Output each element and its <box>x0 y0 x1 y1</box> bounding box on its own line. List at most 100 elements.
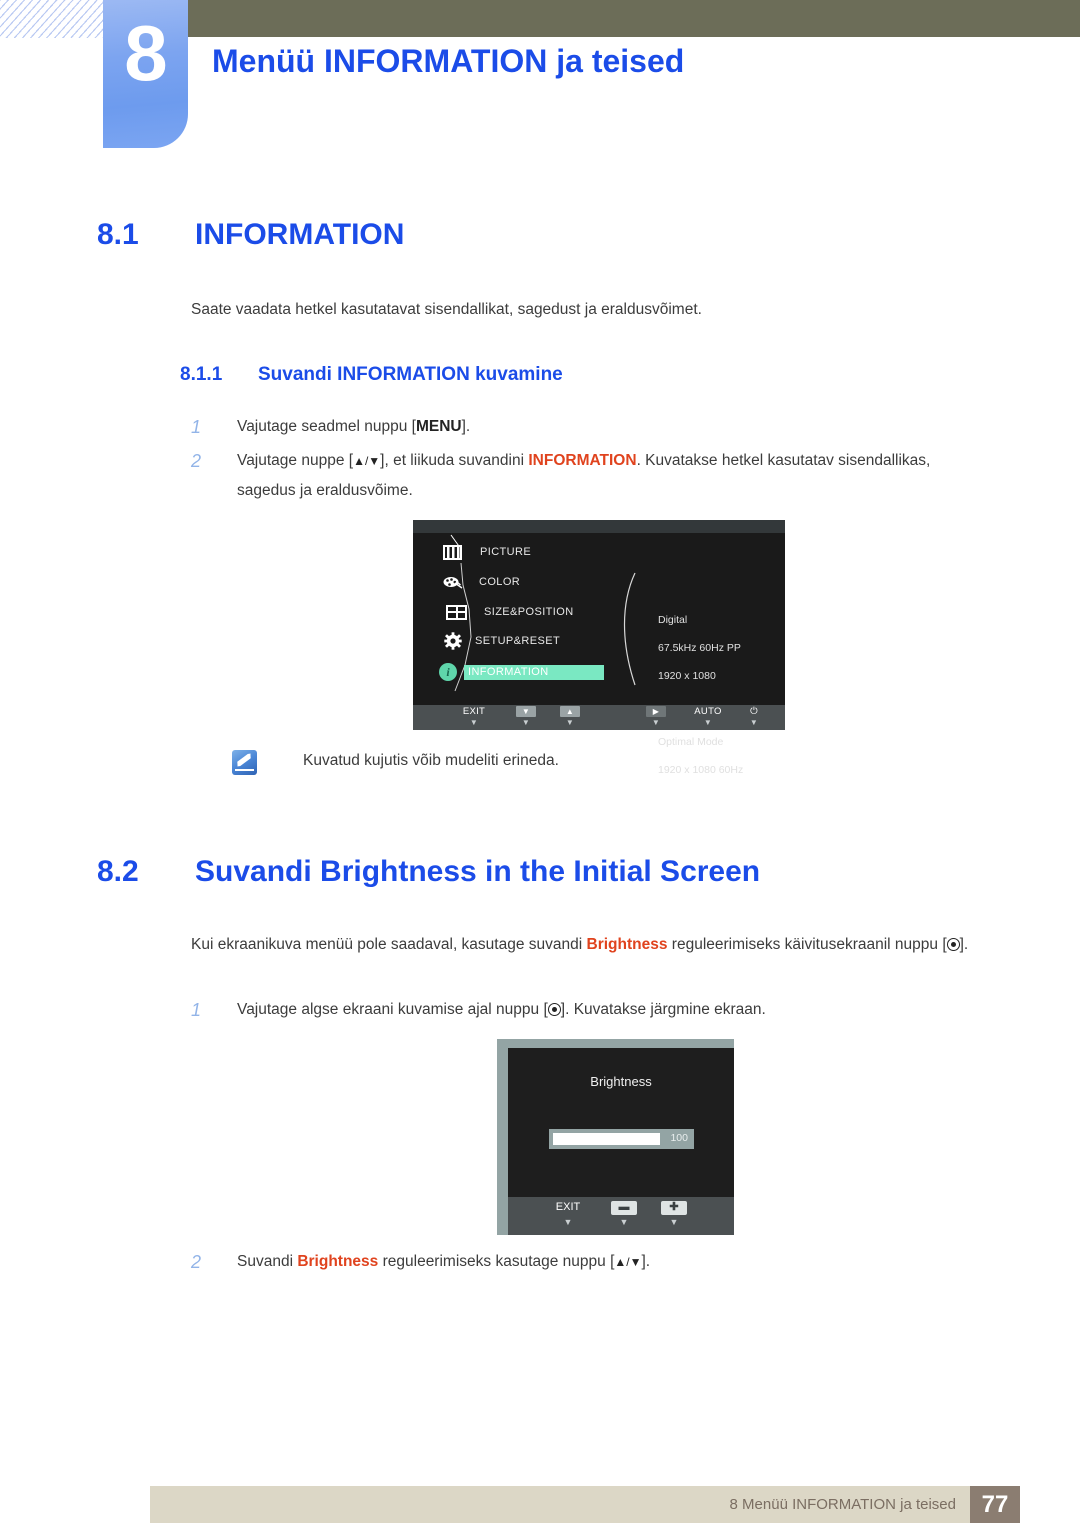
osd-menu-label: SETUP&RESET <box>475 635 561 647</box>
step-text-after: ]. Kuvatakse järgmine ekraan. <box>560 1001 766 1018</box>
osd-button-glyph: ✚ <box>657 1201 691 1215</box>
osd-button-power[interactable]: ⏻ ▼ <box>739 706 769 728</box>
osd-button-up[interactable]: ▲ ▼ <box>555 706 585 728</box>
list-item-number: 2 <box>191 1252 202 1272</box>
step-text-before: Suvandi <box>237 1253 298 1270</box>
osd-button-indicator: ▼ <box>521 718 531 727</box>
osd-button-increase[interactable]: ✚ ▼ <box>657 1201 691 1228</box>
footer-text: 8 Menüü INFORMATION ja teised <box>729 1496 956 1513</box>
intro-text-after: ]. <box>959 936 969 953</box>
step-text-after: ]. <box>641 1253 651 1270</box>
osd-source: Digital <box>658 614 688 626</box>
osd-menu-label: SIZE&POSITION <box>484 606 574 618</box>
section-heading-8-1: 8.1 INFORMATION <box>97 218 404 252</box>
header-olive-bar <box>188 0 1080 37</box>
osd-menu-item-information[interactable]: i INFORMATION <box>439 663 549 681</box>
list-item-body: Vajutage seadmel nuppu [MENU]. <box>237 412 991 442</box>
osd-brightness-frame: Brightness 100 EXIT ▼ ▬ ▼ ✚ ▼ <box>497 1039 734 1235</box>
section-8-1-intro: Saate vaadata hetkel kasutatavat sisenda… <box>191 301 702 318</box>
osd-information-panel: Digital 67.5kHz 60Hz PP 1920 x 1080 Opti… <box>658 585 743 805</box>
step-text-before: Vajutage seadmel nuppu [ <box>237 418 416 435</box>
osd-resolution: 1920 x 1080 <box>658 670 716 682</box>
list-item: 2 Suvandi Brightness reguleerimiseks kas… <box>191 1247 991 1277</box>
keyword-brightness: Brightness <box>297 1253 379 1270</box>
osd-top-strip <box>413 520 785 533</box>
step-text-before: Vajutage algse ekraani kuvamise ajal nup… <box>237 1001 548 1018</box>
osd-menu-item-setup-reset[interactable]: SETUP&RESET <box>444 632 560 650</box>
osd-brightness-control-bar: EXIT ▼ ▬ ▼ ✚ ▼ <box>508 1197 734 1235</box>
osd-button-indicator: ▼ <box>563 1217 573 1227</box>
list-item: 2 Vajutage nuppe [▲/▼], et liikuda suvan… <box>191 446 961 506</box>
brightness-slider-fill <box>553 1133 660 1145</box>
list-item: 1 Vajutage algse ekraani kuvamise ajal n… <box>191 995 991 1025</box>
note-icon <box>232 750 257 775</box>
section-8-2-intro: Kui ekraanikuva menüü pole saadaval, kas… <box>191 930 991 960</box>
osd-button-exit[interactable]: EXIT ▼ <box>451 706 497 728</box>
power-icon: ⏻ <box>750 706 758 717</box>
list-item: 1 Vajutage seadmel nuppu [MENU]. <box>191 412 991 442</box>
section-heading-8-1-1: 8.1.1 Suvandi INFORMATION kuvamine <box>180 364 563 386</box>
keyword-brightness: Brightness <box>586 936 668 953</box>
osd-button-decrease[interactable]: ▬ ▼ <box>607 1201 641 1228</box>
gear-icon <box>444 632 462 650</box>
list-item-body: Vajutage nuppe [▲/▼], et liikuda suvandi… <box>237 446 961 506</box>
information-icon: i <box>439 663 457 681</box>
section-number-8-2: 8.2 <box>97 855 139 888</box>
osd-button-down[interactable]: ▼ ▼ <box>511 706 541 728</box>
osd-optimal-resolution: 1920 x 1080 60Hz <box>658 764 744 776</box>
footer-bar: 8 Menüü INFORMATION ja teised <box>150 1486 970 1523</box>
osd-menu-label: COLOR <box>479 576 521 588</box>
osd-button-glyph: ▶ <box>641 706 671 717</box>
list-item-number: 1 <box>191 417 202 437</box>
section-heading-8-2: 8.2 Suvandi Brightness in the Initial Sc… <box>97 855 760 889</box>
menu-button-keycap: MENU <box>415 418 462 435</box>
color-palette-icon <box>443 575 463 590</box>
section-title-8-2: Suvandi Brightness in the Initial Screen <box>195 855 761 888</box>
osd-current-mode-block: Digital 67.5kHz 60Hz PP 1920 x 1080 <box>658 599 743 697</box>
osd-frequency: 67.5kHz 60Hz PP <box>658 642 741 654</box>
enter-button-glyph <box>547 1003 561 1016</box>
osd-brightness-title: Brightness <box>590 1074 652 1089</box>
note-text: Kuvatud kujutis võib mudeliti erineda. <box>303 752 559 769</box>
updown-arrows-glyph: ▲/▼ <box>614 1255 642 1269</box>
page-footer: 8 Menüü INFORMATION ja teised 77 <box>150 1486 1020 1523</box>
osd-menu-item-size-position[interactable]: SIZE&POSITION <box>446 603 574 621</box>
list-item-number: 2 <box>191 451 202 471</box>
section-number-8-1-1: 8.1.1 <box>180 364 223 385</box>
osd-button-indicator: ▼ <box>651 718 661 727</box>
osd-menu-label: PICTURE <box>480 546 532 558</box>
osd-menu-label: INFORMATION <box>468 666 549 678</box>
chapter-header: 8 Menüü INFORMATION ja teised <box>0 0 1080 160</box>
osd-button-indicator: ▼ <box>749 718 759 727</box>
section-title-8-1: INFORMATION <box>195 218 405 251</box>
osd-button-enter[interactable]: ▶ ▼ <box>641 706 671 728</box>
osd-button-label: AUTO <box>694 706 722 717</box>
page-number: 77 <box>970 1486 1020 1523</box>
osd-optimal-label: Optimal Mode <box>658 736 724 748</box>
osd-main-menu-screenshot: PICTURE COLOR SIZE&POSITION SETUP&RESET … <box>413 520 785 776</box>
osd-button-label: EXIT <box>462 706 486 717</box>
osd-menu-body: PICTURE COLOR SIZE&POSITION SETUP&RESET … <box>413 533 785 776</box>
brightness-slider[interactable]: 100 <box>549 1129 694 1149</box>
osd-control-bar: EXIT ▼ ▼ ▼ ▲ ▼ ▶ ▼ AUTO ▼ ⏻ ▼ <box>413 705 785 730</box>
osd-button-glyph: ▲ <box>555 706 585 717</box>
osd-menu-item-picture[interactable]: PICTURE <box>443 543 531 561</box>
osd-menu-item-color[interactable]: COLOR <box>443 573 520 591</box>
step-text-before: Vajutage nuppe [ <box>237 452 354 469</box>
osd-button-indicator: ▼ <box>469 718 479 727</box>
osd-button-glyph: ▬ <box>607 1201 641 1215</box>
osd-button-label: EXIT <box>555 1201 581 1213</box>
picture-icon <box>443 544 462 560</box>
list-item-number: 1 <box>191 1000 202 1020</box>
osd-button-indicator: ▼ <box>669 1217 679 1227</box>
osd-button-indicator: ▼ <box>703 718 713 727</box>
osd-button-indicator: ▼ <box>619 1217 629 1227</box>
step-text-mid: reguleerimiseks kasutage nuppu [ <box>378 1253 615 1270</box>
osd-button-auto[interactable]: AUTO ▼ <box>685 706 731 728</box>
chapter-number: 8 <box>124 9 167 97</box>
section-title-8-1-1: Suvandi INFORMATION kuvamine <box>258 364 563 385</box>
intro-text-mid: reguleerimiseks käivitusekraanil nuppu [ <box>667 936 947 953</box>
brightness-value: 100 <box>670 1132 688 1144</box>
updown-arrows-glyph: ▲/▼ <box>353 454 381 468</box>
osd-button-exit[interactable]: EXIT ▼ <box>544 1201 592 1228</box>
